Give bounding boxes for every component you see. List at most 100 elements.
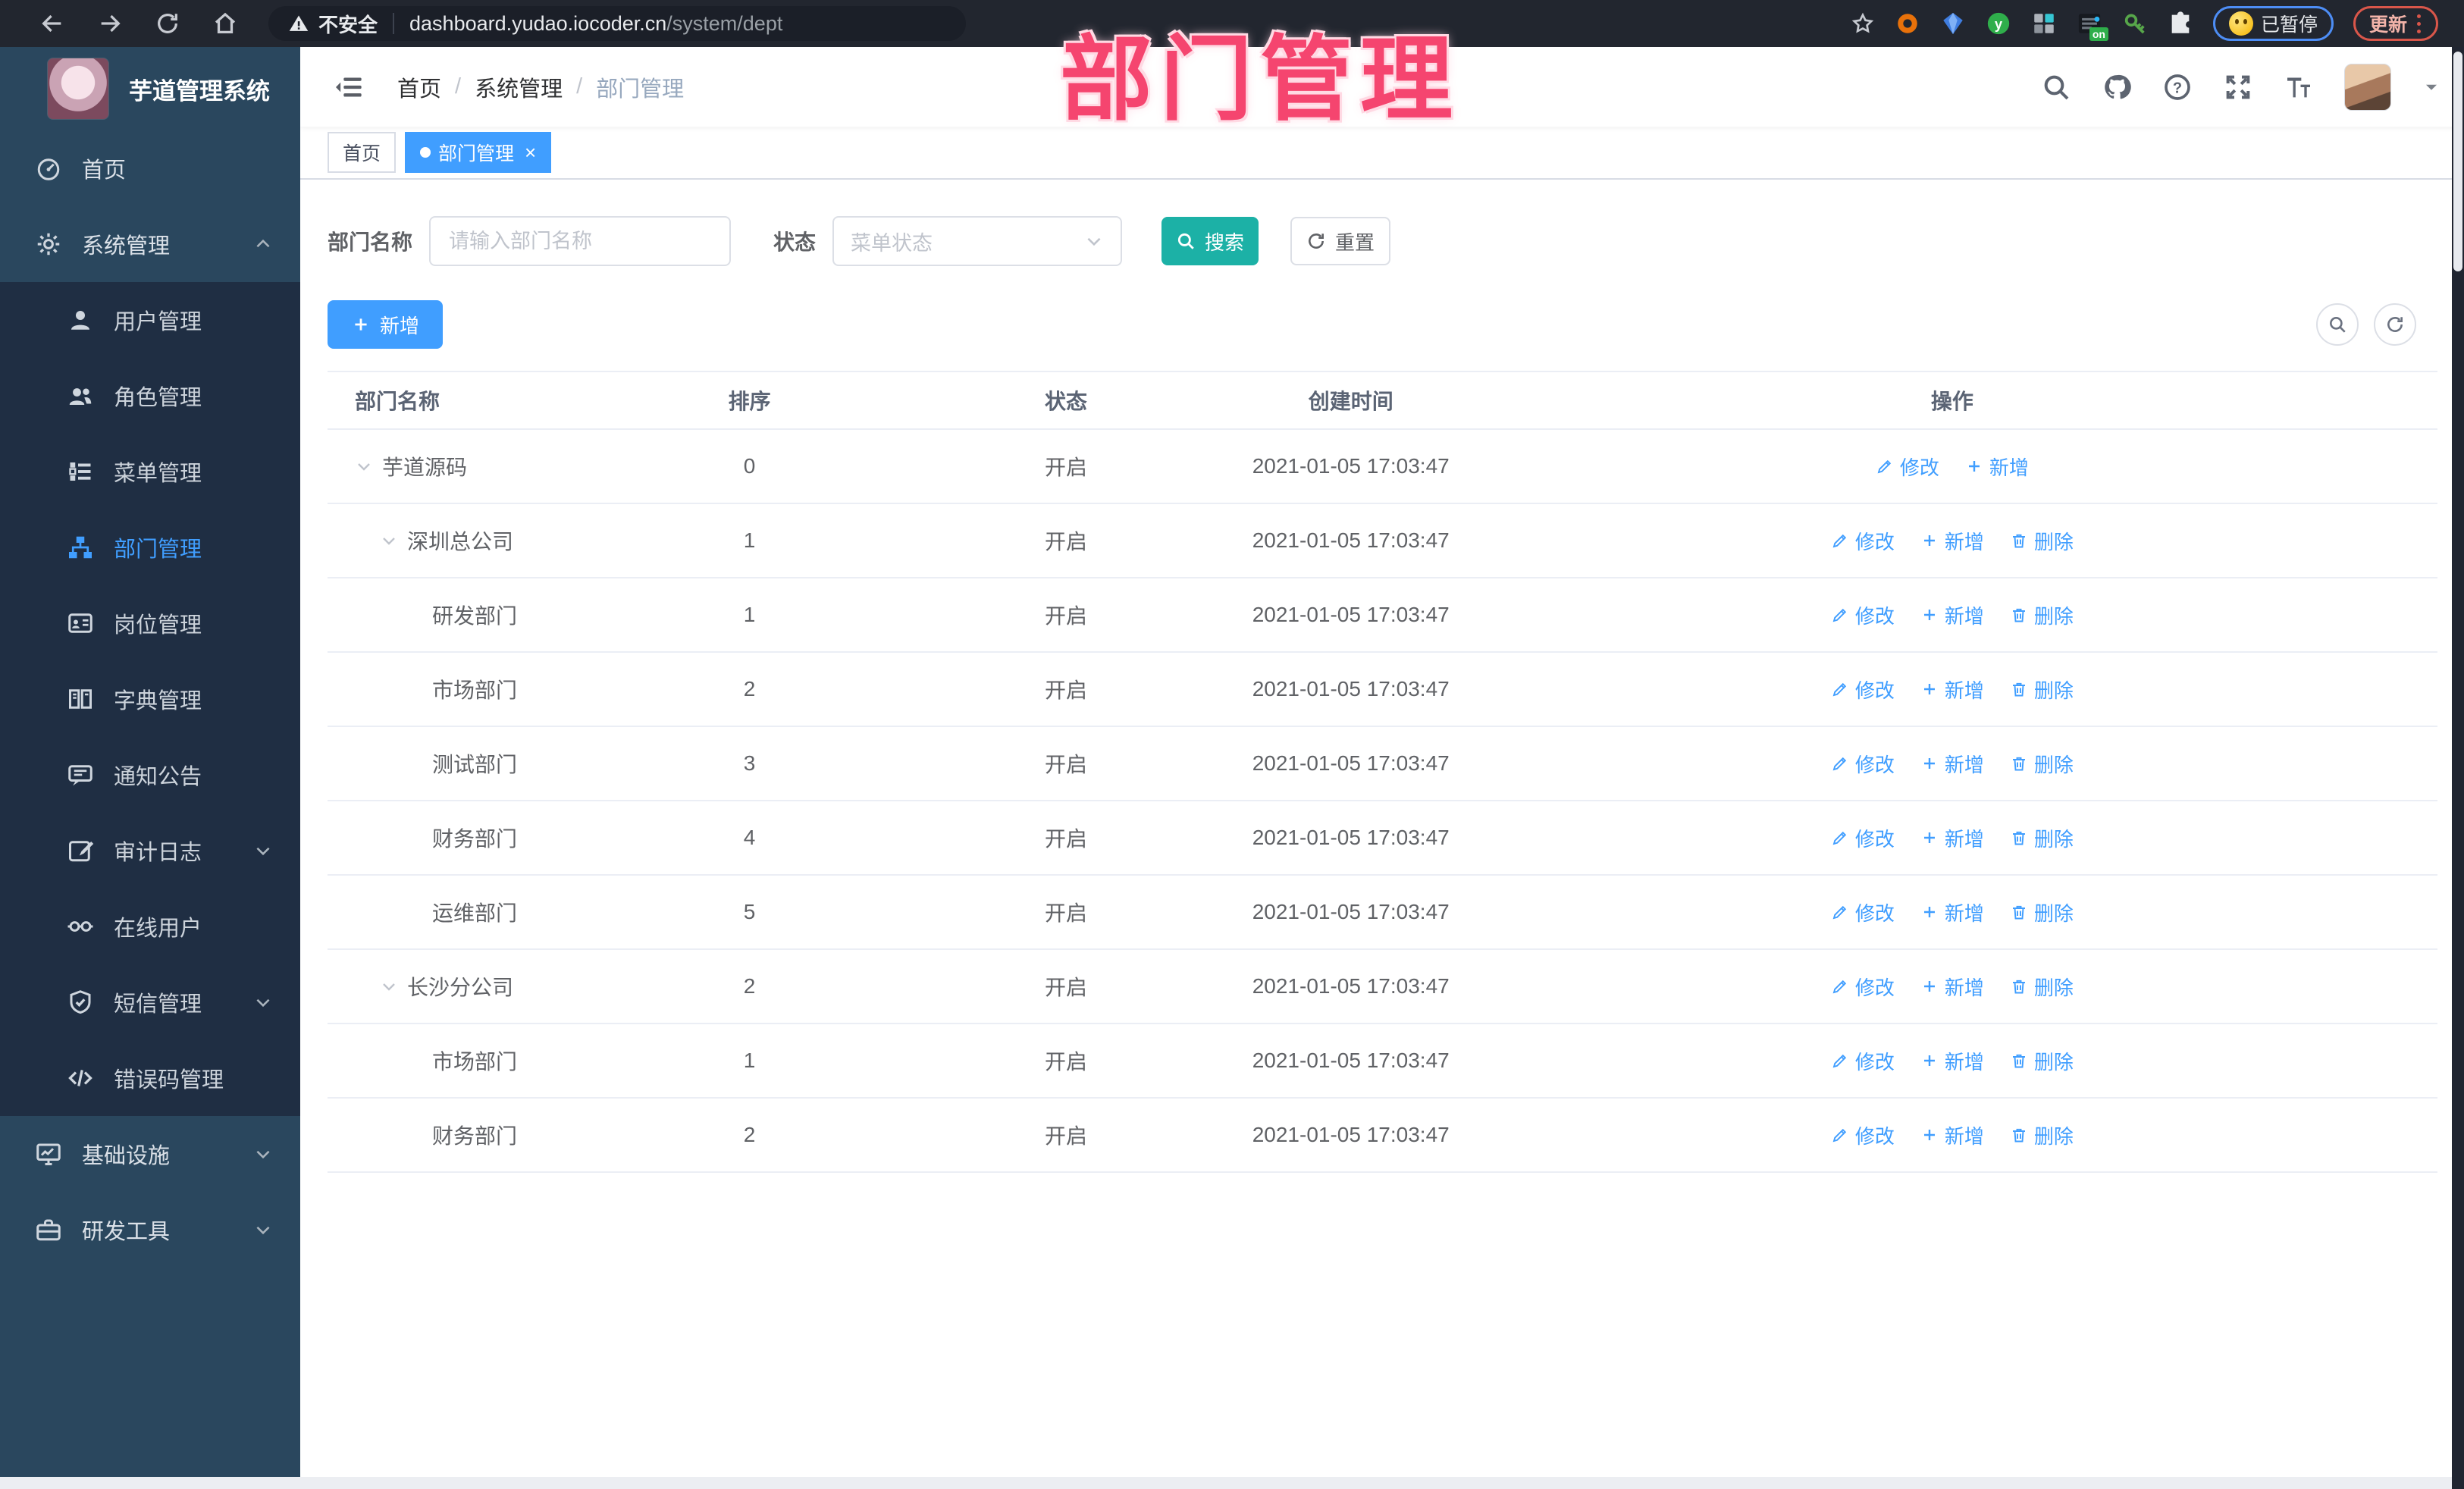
edit-button[interactable]: 修改 (1831, 527, 1895, 555)
sort-cell: 0 (743, 454, 756, 478)
add-dept-button[interactable]: 新增 (328, 300, 443, 349)
chevron-down-icon (256, 1150, 270, 1159)
home-icon[interactable] (212, 11, 238, 36)
edit-button[interactable]: 修改 (1831, 750, 1895, 778)
delete-button[interactable]: 删除 (2010, 601, 2074, 629)
window-horizontal-scrollbar[interactable] (0, 1477, 2464, 1489)
edit-button[interactable]: 修改 (1831, 1121, 1895, 1149)
refresh-table-button[interactable] (2374, 303, 2416, 346)
add-button[interactable]: 新增 (1920, 973, 1984, 1001)
sidebar-item-菜单管理[interactable]: 菜单管理 (0, 434, 300, 509)
edit-button[interactable]: 修改 (1831, 824, 1895, 852)
delete-button[interactable]: 删除 (2010, 973, 2074, 1001)
expand-row-icon[interactable] (380, 977, 398, 995)
toggle-search-button[interactable] (2316, 303, 2359, 346)
create-time-cell: 2021-01-05 17:03:47 (1252, 603, 1450, 626)
sidebar-item-字典管理[interactable]: 字典管理 (0, 661, 300, 737)
address-bar[interactable]: 不安全 dashboard.yudao.iocoder.cn/system/de… (268, 6, 966, 41)
status-label: 状态 (773, 230, 817, 254)
add-button[interactable]: 新增 (1965, 453, 2029, 481)
tag-首页[interactable]: 首页 (328, 132, 397, 173)
edit-button[interactable]: 修改 (1831, 1047, 1895, 1075)
font-size-icon[interactable] (2284, 72, 2314, 102)
plus-icon (1923, 981, 1935, 992)
add-button[interactable]: 新增 (1920, 750, 1984, 778)
window-vertical-scrollbar[interactable] (2452, 47, 2464, 1489)
add-button[interactable]: 新增 (1920, 676, 1984, 704)
breadcrumb-item-首页[interactable]: 首页 (397, 71, 441, 103)
delete-button[interactable]: 删除 (2010, 1121, 2074, 1149)
sidebar-fold-icon[interactable] (334, 72, 364, 102)
extension-key-icon[interactable] (2122, 11, 2148, 36)
extension-green-circle-icon[interactable]: y (1986, 11, 2011, 36)
browser-update-button[interactable]: 更新 (2353, 6, 2438, 41)
delete-button[interactable]: 删除 (2010, 750, 2074, 778)
add-button[interactable]: 新增 (1920, 601, 1984, 629)
sidebar-item-系统管理[interactable]: 系统管理 (0, 206, 300, 282)
sidebar-item-用户管理[interactable]: 用户管理 (0, 282, 300, 358)
add-button[interactable]: 新增 (1920, 1121, 1984, 1149)
sidebar-item-基础设施[interactable]: 基础设施 (0, 1116, 300, 1192)
user-avatar[interactable] (2344, 63, 2391, 111)
pencil-icon (1832, 1128, 1846, 1143)
help-icon[interactable]: ? (2162, 72, 2193, 102)
edit-button[interactable]: 修改 (1831, 676, 1895, 704)
sidebar-item-短信管理[interactable]: 短信管理 (0, 964, 300, 1040)
tag-close-icon[interactable]: × (525, 143, 536, 162)
breadcrumb-item-系统管理[interactable]: 系统管理 (475, 71, 563, 103)
edit-button[interactable]: 修改 (1831, 601, 1895, 629)
main-content: 部门名称 状态 菜单状态 搜索 重置 新增 部门名称排序状态创建时间操作 (300, 180, 2464, 1477)
sidebar-item-错误码管理[interactable]: 错误码管理 (0, 1040, 300, 1116)
sidebar-item-通知公告[interactable]: 通知公告 (0, 737, 300, 813)
extension-orange-icon[interactable] (1895, 11, 1920, 36)
browser-profile-chip[interactable]: 已暂停 (2212, 6, 2334, 41)
announcement-icon (68, 765, 92, 786)
tag-部门管理[interactable]: 部门管理 × (405, 132, 552, 173)
fullscreen-icon[interactable] (2223, 72, 2253, 102)
add-button-label: 新增 (1944, 976, 1984, 999)
search-button[interactable]: 搜索 (1161, 217, 1259, 265)
dept-name-input[interactable] (429, 216, 732, 266)
tag-label: 首页 (343, 143, 381, 165)
scrollbar-thumb[interactable] (2453, 52, 2462, 271)
sidebar-item-研发工具[interactable]: 研发工具 (0, 1192, 300, 1268)
edit-button[interactable]: 修改 (1831, 973, 1895, 1001)
sidebar-item-岗位管理[interactable]: 岗位管理 (0, 585, 300, 661)
github-icon[interactable] (2102, 72, 2132, 102)
bookmark-star-icon[interactable] (1851, 11, 1875, 36)
reload-icon[interactable] (155, 11, 180, 36)
delete-button[interactable]: 删除 (2010, 676, 2074, 704)
browser-menu-kebab-icon[interactable] (2415, 14, 2422, 33)
add-button[interactable]: 新增 (1920, 1047, 1984, 1075)
delete-button[interactable]: 删除 (2010, 824, 2074, 852)
reset-button[interactable]: 重置 (1290, 217, 1391, 265)
add-button[interactable]: 新增 (1920, 824, 1984, 852)
delete-button[interactable]: 删除 (2010, 527, 2074, 555)
edit-button[interactable]: 修改 (1831, 898, 1895, 926)
sidebar-item-label: 短信管理 (114, 992, 202, 1017)
extension-grid-icon[interactable] (2031, 11, 2057, 36)
extension-gem-icon[interactable] (1940, 11, 1966, 36)
add-button-label: 新增 (1944, 604, 1984, 628)
sidebar-item-审计日志[interactable]: 审计日志 (0, 813, 300, 889)
sidebar-item-角色管理[interactable]: 角色管理 (0, 358, 300, 434)
avatar-caret-down-icon[interactable] (2422, 77, 2441, 97)
expand-row-icon[interactable] (355, 457, 373, 475)
edit-button[interactable]: 修改 (1876, 453, 1939, 481)
add-button[interactable]: 新增 (1920, 527, 1984, 555)
app-logo-row[interactable]: 芋道管理系统 (0, 47, 300, 130)
extension-puzzle-icon[interactable] (2168, 11, 2193, 36)
sidebar-item-首页[interactable]: 首页 (0, 130, 300, 206)
pencil-icon (1832, 682, 1846, 697)
sidebar-item-部门管理[interactable]: 部门管理 (0, 509, 300, 585)
status-select[interactable]: 菜单状态 (832, 216, 1123, 266)
expand-row-icon[interactable] (380, 531, 398, 550)
extension-tabs-on-icon[interactable]: on (2077, 11, 2108, 41)
forward-icon[interactable] (97, 11, 123, 36)
delete-button[interactable]: 删除 (2010, 1047, 2074, 1075)
header-search-icon[interactable] (2041, 72, 2071, 102)
sidebar-item-在线用户[interactable]: 在线用户 (0, 889, 300, 964)
add-button[interactable]: 新增 (1920, 898, 1984, 926)
delete-button[interactable]: 删除 (2010, 898, 2074, 926)
back-icon[interactable] (39, 11, 65, 36)
